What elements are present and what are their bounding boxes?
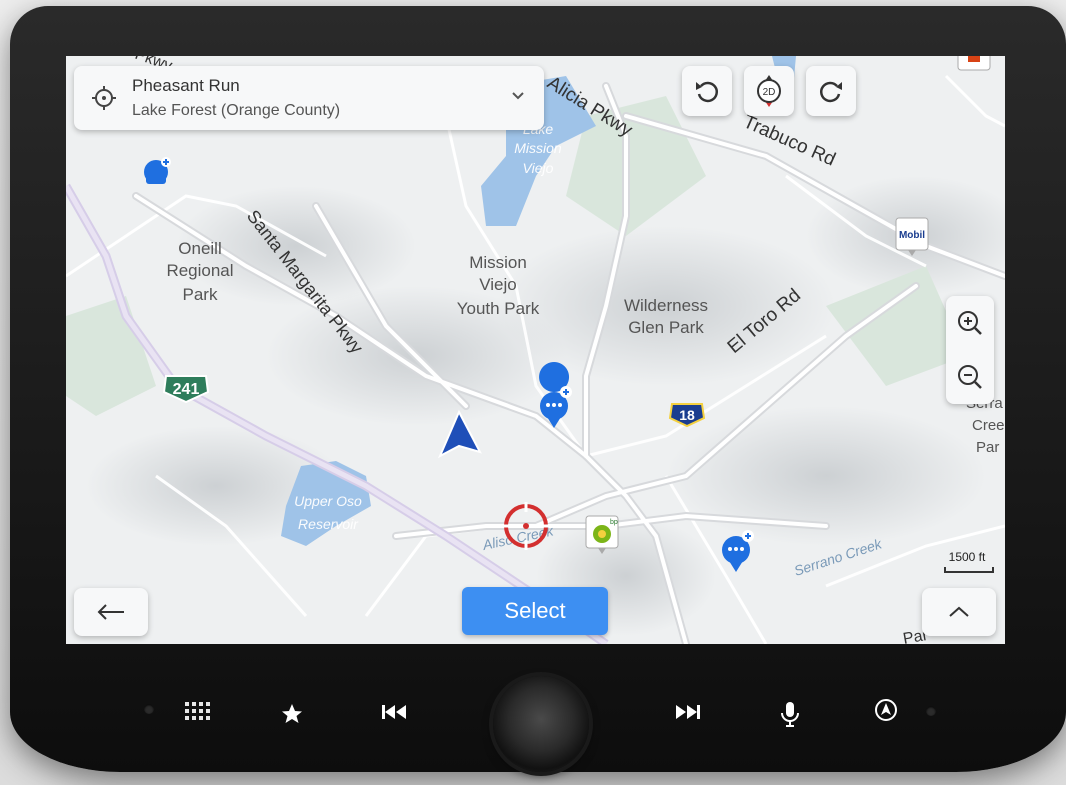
poi-mobil-icon[interactable]: Mobil [895,217,929,256]
scale-bar [944,567,994,573]
crosshair-icon [92,86,116,110]
volume-knob[interactable] [493,676,589,772]
redo-icon [819,81,842,103]
svg-text:241: 241 [173,381,200,398]
map-canvas[interactable]: Alicia Pkwy Trabuco Rd Santa Margarita P… [66,56,1005,644]
star-icon [282,704,302,723]
water-label-lake-2: Mission [514,140,562,156]
svg-text:18: 18 [679,407,695,423]
zoom-out-button[interactable] [946,352,994,402]
water-label-lake-3: Viejo [523,160,554,176]
park-label-wilderness-1: Wilderness [624,296,708,315]
compass-icon: 2D [757,75,781,107]
chevron-up-icon [949,606,969,617]
select-button[interactable]: Select [462,587,608,635]
compass-2d-button[interactable]: 2D [744,66,794,116]
undo-icon [696,81,719,103]
poi-bp-icon[interactable]: bp [585,515,619,554]
park-label-mission-3: Youth Park [457,299,540,318]
undo-button[interactable] [682,66,732,116]
navigation-icon [875,699,897,721]
zoom-in-button[interactable] [946,298,994,348]
expand-up-button[interactable] [922,588,996,636]
skip-next-icon [676,705,700,719]
compass-label: 2D [763,87,776,98]
scale-label: 1500 ft [948,550,986,564]
park-label-wilderness-2: Glen Park [628,318,704,337]
svg-text:Mobil: Mobil [899,230,925,241]
navigation-button[interactable] [868,692,904,728]
park-label-mission-2: Viejo [479,275,517,294]
poi-partial-icon[interactable] [957,56,991,71]
park-label-serrano-3: Par [976,439,999,456]
next-track-button[interactable] [670,694,706,730]
svg-text:bp: bp [610,519,618,526]
chevron-down-icon[interactable] [510,88,526,104]
location-title: Pheasant Run [132,76,240,95]
map-scale: 1500 ft [942,550,994,580]
voice-button[interactable] [772,696,808,732]
park-label-oneill-2: Regional [166,261,233,280]
water-label-oso-1: Upper Oso [294,493,362,509]
grid-icon [185,702,210,720]
microphone-icon [781,702,799,727]
previous-track-button[interactable] [376,694,412,730]
status-led [144,704,154,714]
zoom-in-icon [958,311,982,335]
water-label-oso-2: Reservoir [298,516,359,532]
back-button[interactable] [74,588,148,636]
favorites-button[interactable] [274,696,310,732]
zoom-out-icon [958,365,982,389]
map-screen[interactable]: Alicia Pkwy Trabuco Rd Santa Margarita P… [66,56,1005,644]
zoom-controls [946,296,994,404]
apps-grid-button[interactable] [179,694,215,730]
park-label-oneill-1: Oneill [178,239,221,258]
park-label-oneill-3: Park [183,285,218,304]
location-card[interactable]: Pheasant Run Lake Forest (Orange County) [74,66,544,130]
skip-previous-icon [382,705,406,719]
park-label-serrano-2: Cree [972,417,1005,434]
park-label-mission-1: Mission [469,253,527,272]
redo-button[interactable] [806,66,856,116]
location-subtitle: Lake Forest (Orange County) [132,102,341,119]
sensor-dot [926,706,936,716]
arrow-left-icon [97,604,124,620]
